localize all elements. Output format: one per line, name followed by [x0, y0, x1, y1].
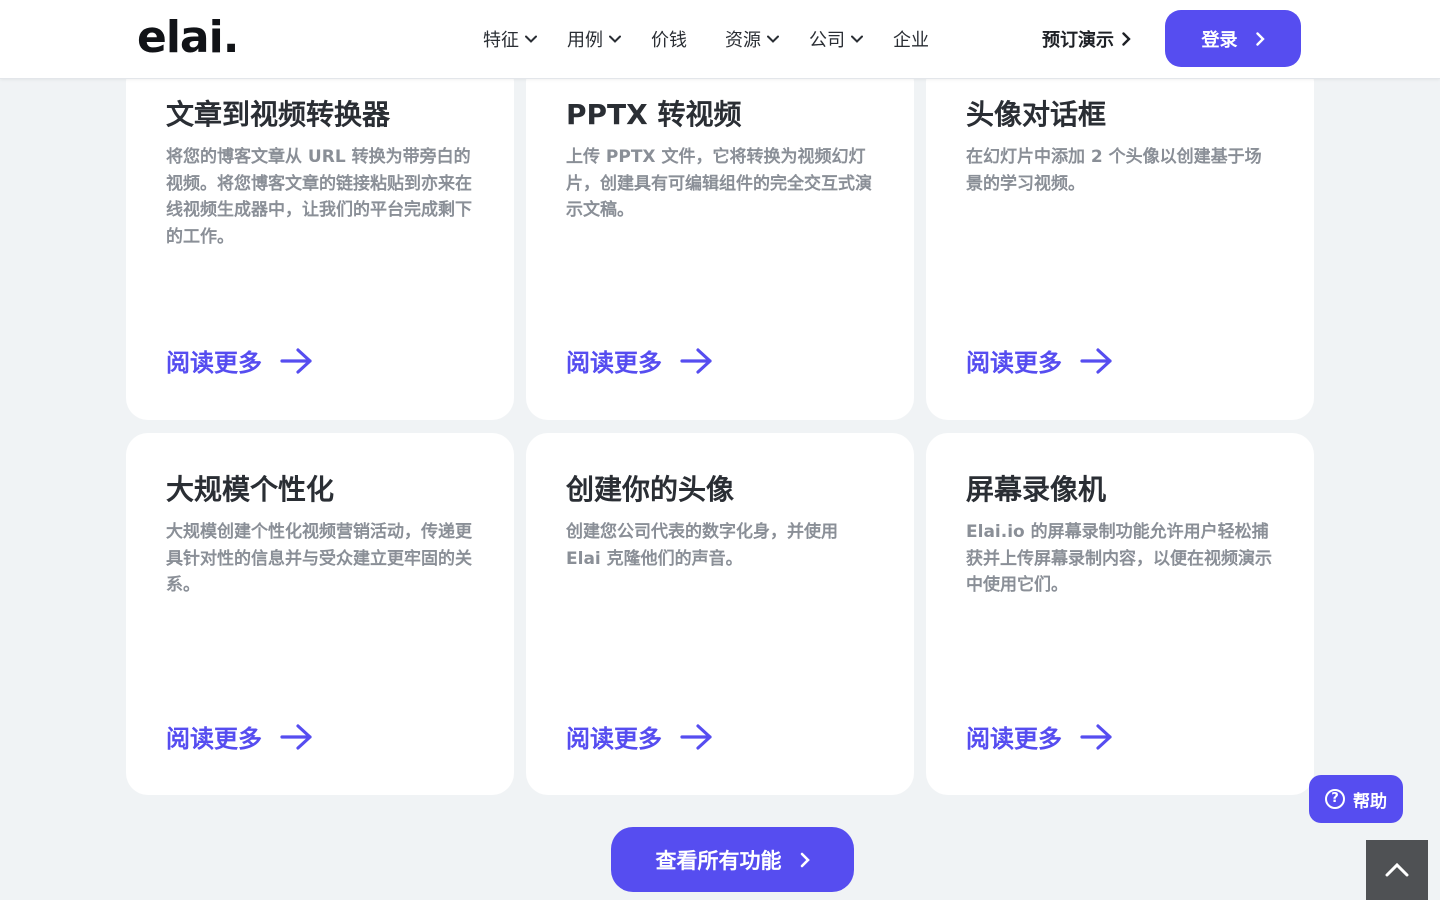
read-more-link[interactable]: 阅读更多: [166, 719, 314, 754]
nav-item-label: 用例: [567, 30, 603, 51]
card-title: 文章到视频转换器: [166, 98, 391, 131]
card-description: 将您的博客文章从 URL 转换为带旁白的视频。将您博客文章的链接粘贴到亦来在线视…: [166, 147, 472, 247]
book-demo-link[interactable]: 预订演示: [1042, 24, 1131, 54]
read-more-link[interactable]: 阅读更多: [566, 719, 714, 754]
question-icon: ?: [1325, 789, 1345, 809]
arrow-right-icon: [280, 347, 312, 374]
arrow-right-icon: [1080, 347, 1112, 374]
read-more-label: 阅读更多: [966, 349, 1062, 377]
read-more-link[interactable]: 阅读更多: [566, 343, 714, 378]
arrow-right-icon: [680, 723, 712, 750]
read-more-label: 阅读更多: [966, 725, 1062, 753]
login-button[interactable]: 登录: [1165, 10, 1301, 67]
nav-item-label: 公司: [809, 30, 845, 51]
chevron-up-icon: [1385, 863, 1409, 877]
arrow-right-icon: [680, 347, 712, 374]
feature-card-personalization: 大规模个性化 大规模创建个性化视频营销活动，传递更具针对性的信息并与受众建立更牢…: [126, 433, 514, 795]
view-all-features-button[interactable]: 查看所有功能: [611, 827, 854, 892]
feature-card-create-avatar: 创建你的头像 创建您公司代表的数字化身，并使用 Elai 克隆他们的声音。 阅读…: [526, 433, 914, 795]
read-more-link[interactable]: 阅读更多: [966, 343, 1114, 378]
card-description: 上传 PPTX 文件，它将转换为视频幻灯片，创建具有可编辑组件的完全交互式演示文…: [566, 147, 872, 220]
nav-item-label: 资源: [725, 30, 761, 51]
scroll-to-top-button[interactable]: [1366, 840, 1428, 900]
nav-item-pricing[interactable]: 价钱: [651, 26, 687, 52]
card-title: 头像对话框: [966, 98, 1107, 131]
chevron-down-icon: [525, 35, 537, 43]
card-title: 屏幕录像机: [966, 473, 1107, 506]
chevron-down-icon: [767, 35, 779, 43]
read-more-link[interactable]: 阅读更多: [166, 343, 314, 378]
read-more-label: 阅读更多: [566, 725, 662, 753]
card-description: Elai.io 的屏幕录制功能允许用户轻松捕获并上传屏幕录制内容，以便在视频演示…: [966, 522, 1272, 595]
help-label: 帮助: [1353, 791, 1387, 812]
chevron-down-icon: [851, 35, 863, 43]
view-all-label: 查看所有功能: [655, 848, 782, 873]
read-more-label: 阅读更多: [166, 349, 262, 377]
read-more-label: 阅读更多: [166, 725, 262, 753]
book-demo-label: 预订演示: [1042, 30, 1114, 51]
read-more-label: 阅读更多: [566, 349, 662, 377]
card-title: 创建你的头像: [566, 473, 735, 506]
main-nav: 特征 用例 价钱 资源 公司 企业: [483, 0, 959, 78]
chevron-right-icon: [800, 852, 810, 867]
feature-card-pptx-to-video: PPTX 转视频 上传 PPTX 文件，它将转换为视频幻灯片，创建具有可编辑组件…: [526, 60, 914, 420]
nav-item-enterprise[interactable]: 企业: [893, 26, 929, 52]
chevron-right-icon: [1122, 32, 1131, 46]
nav-item-use-cases[interactable]: 用例: [567, 26, 621, 52]
site-header: elai. 特征 用例 价钱 资源 公司 企业 预订演示 登录: [0, 0, 1440, 79]
nav-item-resources[interactable]: 资源: [725, 26, 779, 52]
login-label: 登录: [1201, 29, 1238, 51]
feature-card-avatar-dialog: 头像对话框 在幻灯片中添加 2 个头像以创建基于场景的学习视频。 阅读更多: [926, 60, 1314, 420]
chevron-right-icon: [1255, 31, 1265, 46]
nav-item-features[interactable]: 特征: [483, 26, 537, 52]
read-more-link[interactable]: 阅读更多: [966, 719, 1114, 754]
arrow-right-icon: [1080, 723, 1112, 750]
card-title: PPTX 转视频: [566, 98, 742, 131]
nav-item-company[interactable]: 公司: [809, 26, 863, 52]
nav-item-label: 价钱: [651, 30, 687, 51]
feature-card-article-to-video: 文章到视频转换器 将您的博客文章从 URL 转换为带旁白的视频。将您博客文章的链…: [126, 60, 514, 420]
card-description: 创建您公司代表的数字化身，并使用 Elai 克隆他们的声音。: [566, 522, 838, 569]
feature-card-screen-recorder: 屏幕录像机 Elai.io 的屏幕录制功能允许用户轻松捕获并上传屏幕录制内容，以…: [926, 433, 1314, 795]
nav-item-label: 特征: [483, 30, 519, 51]
card-description: 大规模创建个性化视频营销活动，传递更具针对性的信息并与受众建立更牢固的关系。: [166, 522, 472, 595]
card-description: 在幻灯片中添加 2 个头像以创建基于场景的学习视频。: [966, 147, 1262, 194]
card-title: 大规模个性化: [166, 473, 335, 506]
help-button[interactable]: ? 帮助: [1309, 775, 1403, 823]
nav-item-label: 企业: [893, 30, 929, 51]
elai-logo[interactable]: elai.: [137, 10, 239, 66]
chevron-down-icon: [609, 35, 621, 43]
arrow-right-icon: [280, 723, 312, 750]
